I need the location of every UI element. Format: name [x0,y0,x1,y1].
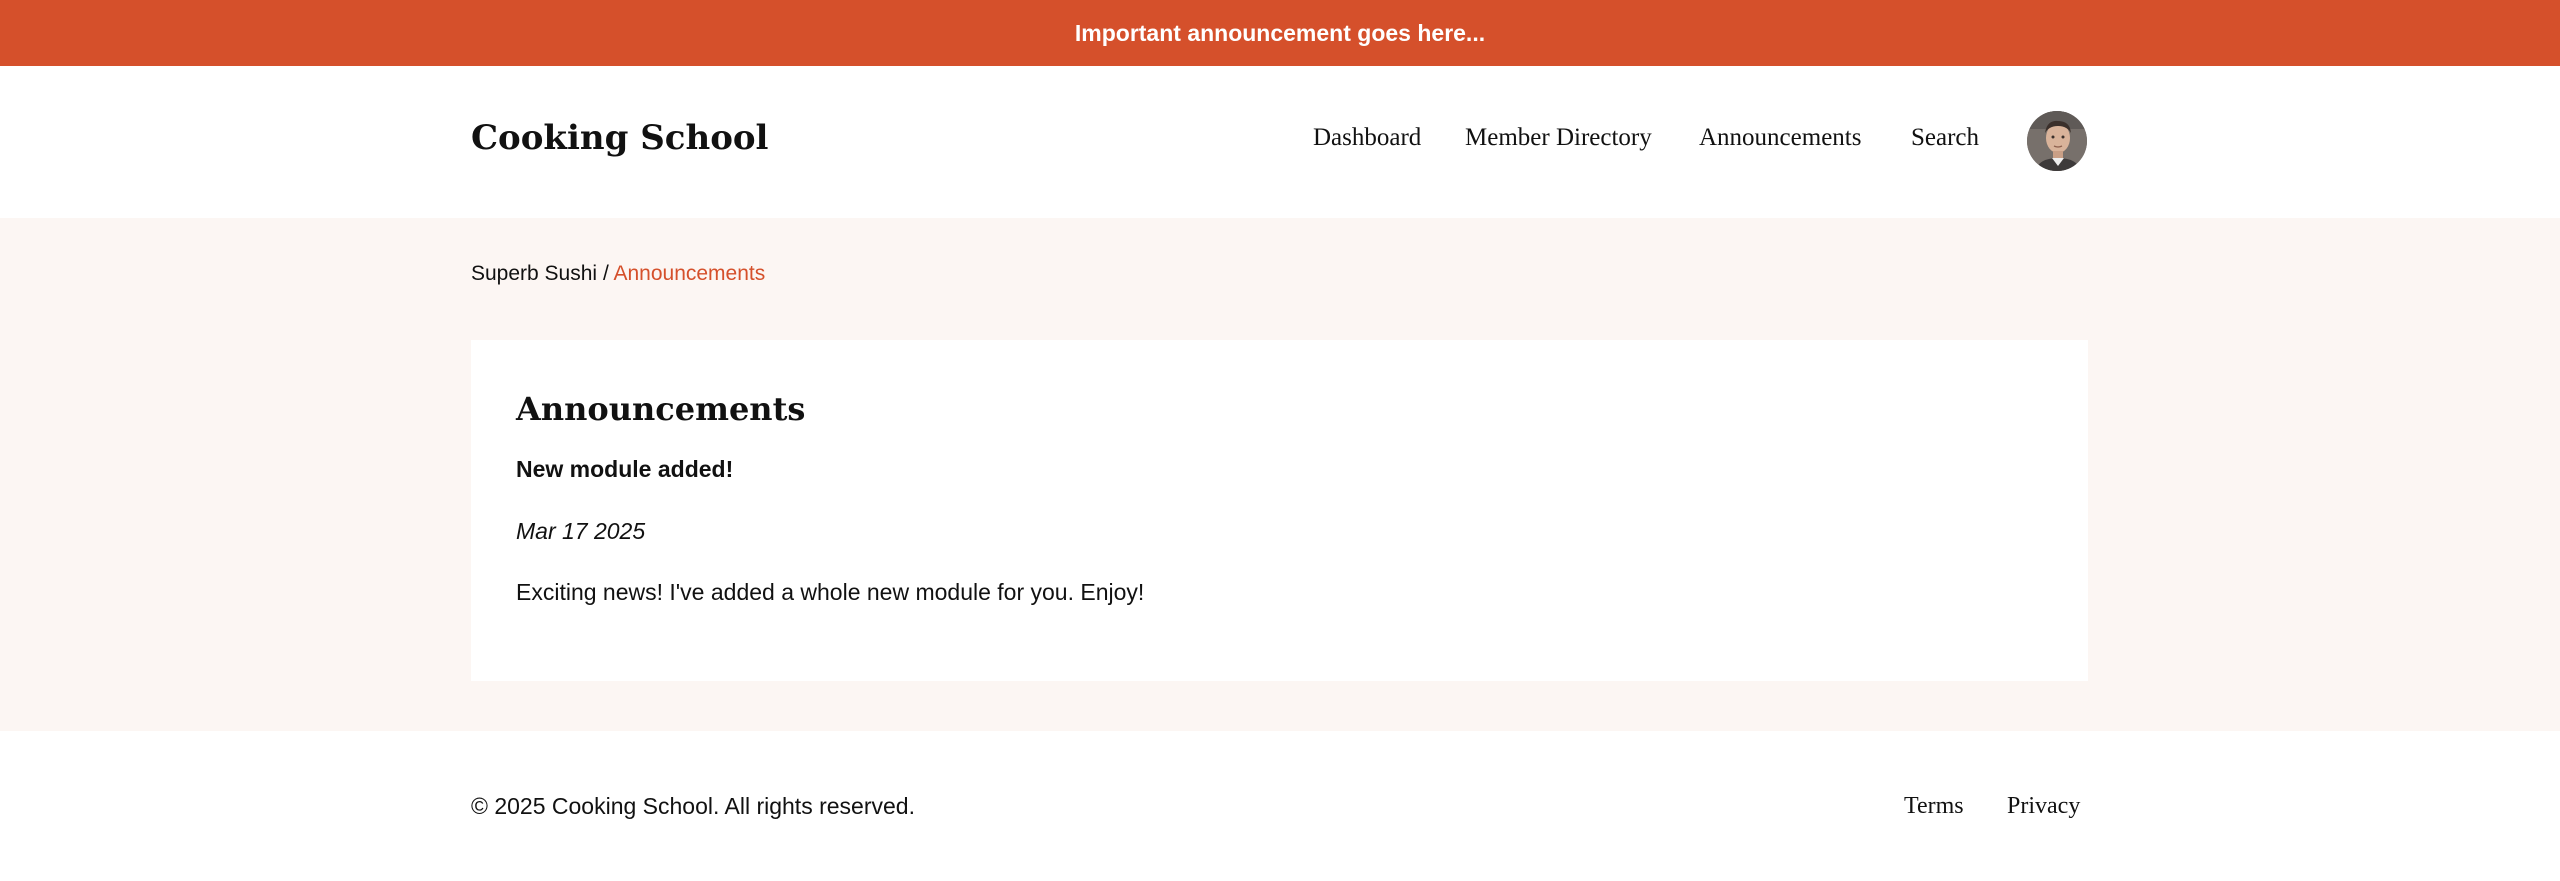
footer-terms-link[interactable]: Terms [1904,793,1964,820]
breadcrumb-current[interactable]: Announcements [613,262,765,285]
avatar-photo-icon [2027,111,2087,171]
user-avatar[interactable] [2027,111,2087,171]
site-footer: © 2025 Cooking School. All rights reserv… [0,731,2560,881]
announcement-title: New module added! [516,456,734,482]
nav-member-directory[interactable]: Member Directory [1465,124,1652,152]
announcement-bar: Important announcement goes here... [0,0,2560,66]
nav-dashboard[interactable]: Dashboard [1313,124,1421,152]
nav-announcements[interactable]: Announcements [1699,124,1861,152]
footer-privacy-link[interactable]: Privacy [2007,793,2080,820]
content-area: Superb Sushi / Announcements Announcemen… [0,218,2560,731]
site-title[interactable]: Cooking School [471,118,768,158]
announcement-text: Important announcement goes here... [1074,19,1486,46]
announcements-card: Announcements New module added! Mar 17 2… [471,340,2088,681]
breadcrumb-parent-link[interactable]: Superb Sushi [471,262,597,285]
page-title: Announcements [516,390,806,428]
breadcrumb-separator: / [602,262,609,285]
copyright-text: © 2025 Cooking School. All rights reserv… [471,793,915,819]
breadcrumb: Superb Sushi / Announcements [471,262,765,286]
announcement-date: Mar 17 2025 [516,518,646,544]
site-header: Cooking School Dashboard Member Director… [0,66,2560,218]
announcement-body: Exciting news! I've added a whole new mo… [516,579,1145,605]
nav-search[interactable]: Search [1911,124,1979,152]
